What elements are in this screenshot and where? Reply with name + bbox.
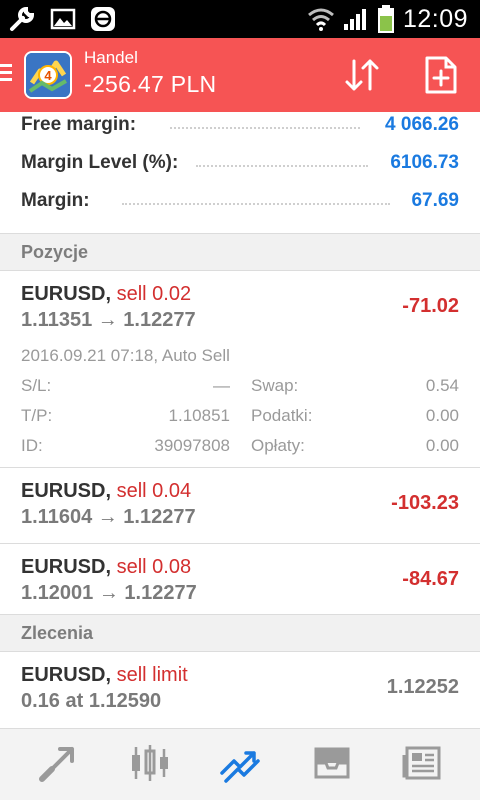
fee-value: 0.00 <box>425 436 459 455</box>
tax-value: 0.00 <box>425 406 459 425</box>
section-title: Pozycje <box>21 242 89 262</box>
clock: 12:09 <box>402 4 468 33</box>
account-label: Margin Level (%): <box>21 152 179 173</box>
nav-quotes[interactable] <box>36 743 80 787</box>
position-profit: -71.02 <box>402 295 459 317</box>
dot-leader <box>196 165 368 169</box>
section-positions: Pozycje <box>0 233 480 271</box>
position-side: sell 0.08 <box>116 556 192 578</box>
position-open-time: 2016.09.21 07:18, Auto Sell <box>21 346 230 365</box>
metatrader-logo[interactable]: 4 <box>24 51 72 99</box>
position-prices: 1.11604 → 1.12277 <box>21 506 196 528</box>
order-symbol: EURUSD, <box>21 664 112 686</box>
position-profit: -103.23 <box>391 492 459 514</box>
image-icon <box>50 7 76 31</box>
status-bar: 12:09 <box>0 0 480 38</box>
account-value: 4 066.26 <box>385 114 459 135</box>
bottom-navigation <box>0 728 480 800</box>
order-type: sell limit <box>116 664 188 686</box>
position-symbol: EURUSD, <box>21 480 112 502</box>
history-inbox-icon <box>312 743 352 788</box>
dot-leader <box>122 203 390 207</box>
tax-label: Podatki: <box>251 406 313 425</box>
dot-leader <box>170 127 360 131</box>
position-row[interactable]: EURUSD, sell 0.04 1.11604 → 1.12277 -103… <box>0 468 480 544</box>
sort-icon <box>342 55 382 100</box>
order-header: EURUSD, sell limit <box>21 664 188 687</box>
svg-text:4: 4 <box>44 68 52 83</box>
quotes-icon <box>38 743 78 788</box>
menu-icon[interactable] <box>0 60 14 88</box>
screen-title: Handel <box>84 48 138 67</box>
news-icon <box>402 743 442 788</box>
order-row[interactable]: EURUSD, sell limit 0.16 at 1.12590 1.122… <box>0 652 480 728</box>
position-row[interactable]: EURUSD, sell 0.08 1.12001 → 1.12277 -84.… <box>0 544 480 620</box>
e-app-icon <box>90 6 116 32</box>
tp-value: 1.10851 <box>168 406 230 425</box>
swap-value: 0.54 <box>425 376 459 395</box>
new-order-icon <box>424 55 458 100</box>
nav-trade[interactable] <box>218 743 262 787</box>
account-row-free-margin: Free margin: 4 066.26 <box>0 110 480 148</box>
position-prices: 1.12001 → 1.12277 <box>21 582 197 604</box>
tp-label: T/P: <box>21 406 53 425</box>
battery-icon <box>377 4 395 34</box>
wrench-icon <box>8 5 36 33</box>
position-header: EURUSD, sell 0.02 <box>21 283 191 306</box>
account-row-margin: Margin: 67.69 <box>0 186 480 224</box>
title-block: Handel -256.47 PLN <box>84 48 216 100</box>
account-label: Free margin: <box>21 114 137 135</box>
nav-news[interactable] <box>400 743 444 787</box>
account-value: 6106.73 <box>390 152 459 173</box>
wifi-icon <box>307 6 335 32</box>
order-details: 0.16 at 1.12590 <box>21 690 162 712</box>
section-orders: Zlecenia <box>0 614 480 652</box>
trade-icon <box>218 743 262 788</box>
position-row[interactable]: EURUSD, sell 0.02 1.11351 → 1.12277 -71.… <box>0 271 480 468</box>
position-profit: -84.67 <box>402 568 459 590</box>
app-bar: 4 Handel -256.47 PLN <box>0 38 480 112</box>
system-icons: 12:09 <box>307 2 468 36</box>
account-label: Margin: <box>21 190 90 211</box>
account-row-margin-level: Margin Level (%): 6106.73 <box>0 148 480 186</box>
id-value: 39097808 <box>154 436 230 455</box>
sl-value: — <box>213 376 230 395</box>
sl-label: S/L: <box>21 376 52 395</box>
total-profit: -256.47 PLN <box>84 71 217 97</box>
position-header: EURUSD, sell 0.08 <box>21 556 191 579</box>
id-label: ID: <box>21 436 43 455</box>
signal-icon <box>343 6 369 32</box>
chart-candles-icon <box>128 743 172 788</box>
swap-label: Swap: <box>251 376 299 395</box>
order-current-price: 1.12252 <box>386 676 459 698</box>
position-symbol: EURUSD, <box>21 556 112 578</box>
position-symbol: EURUSD, <box>21 283 112 305</box>
position-side: sell 0.04 <box>116 480 192 502</box>
position-prices: 1.11351 → 1.12277 <box>21 309 196 331</box>
position-side: sell 0.02 <box>116 283 192 305</box>
account-value: 67.69 <box>411 190 459 211</box>
section-title: Zlecenia <box>21 623 94 643</box>
fee-label: Opłaty: <box>251 436 305 455</box>
sort-button[interactable] <box>341 56 383 98</box>
nav-history[interactable] <box>310 743 354 787</box>
new-order-button[interactable] <box>420 56 462 98</box>
notification-icons <box>8 4 116 34</box>
nav-charts[interactable] <box>128 743 172 787</box>
position-header: EURUSD, sell 0.04 <box>21 480 191 503</box>
